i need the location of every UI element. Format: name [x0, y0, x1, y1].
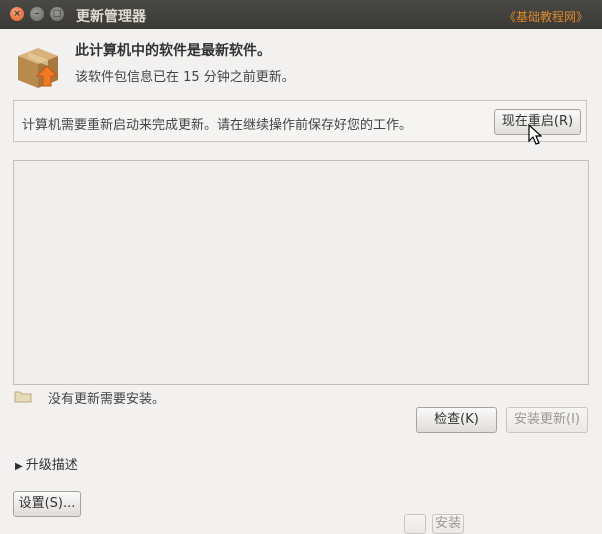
window-title: 更新管理器: [76, 9, 146, 25]
status-message: 没有更新需要安装。: [48, 392, 166, 407]
restart-notice-message: 计算机需要重新启动来完成更新。请在继续操作前保存好您的工作。: [22, 118, 413, 133]
expander-label: 升级描述: [25, 458, 78, 473]
mouse-pointer-icon: [528, 124, 542, 145]
check-button[interactable]: 检查(K): [416, 407, 497, 433]
folder-icon: [14, 391, 32, 403]
minimize-window-button[interactable]: –: [30, 7, 44, 21]
package-box-icon: [18, 48, 59, 88]
update-status-heading: 此计算机中的软件是最新软件。: [75, 43, 271, 59]
partial-button[interactable]: [404, 514, 426, 534]
expander-arrow-icon: ▶: [15, 461, 23, 472]
partial-install-button[interactable]: 安装: [432, 514, 464, 534]
maximize-window-button[interactable]: □: [50, 7, 64, 21]
settings-button[interactable]: 设置(S)...: [13, 491, 81, 517]
updates-list[interactable]: [13, 160, 589, 385]
restart-notice-panel: 计算机需要重新启动来完成更新。请在继续操作前保存好您的工作。 现在重启(R): [13, 100, 587, 142]
update-status-subheading: 该软件包信息已在 15 分钟之前更新。: [75, 70, 295, 85]
install-updates-button[interactable]: 安装更新(I): [506, 407, 588, 433]
close-window-button[interactable]: ×: [10, 7, 24, 21]
upgrade-description-expander[interactable]: ▶ 升级描述: [15, 454, 78, 473]
title-bar: × – □ 更新管理器 《基础教程网》: [0, 0, 602, 29]
watermark-text: 《基础教程网》: [503, 10, 588, 24]
